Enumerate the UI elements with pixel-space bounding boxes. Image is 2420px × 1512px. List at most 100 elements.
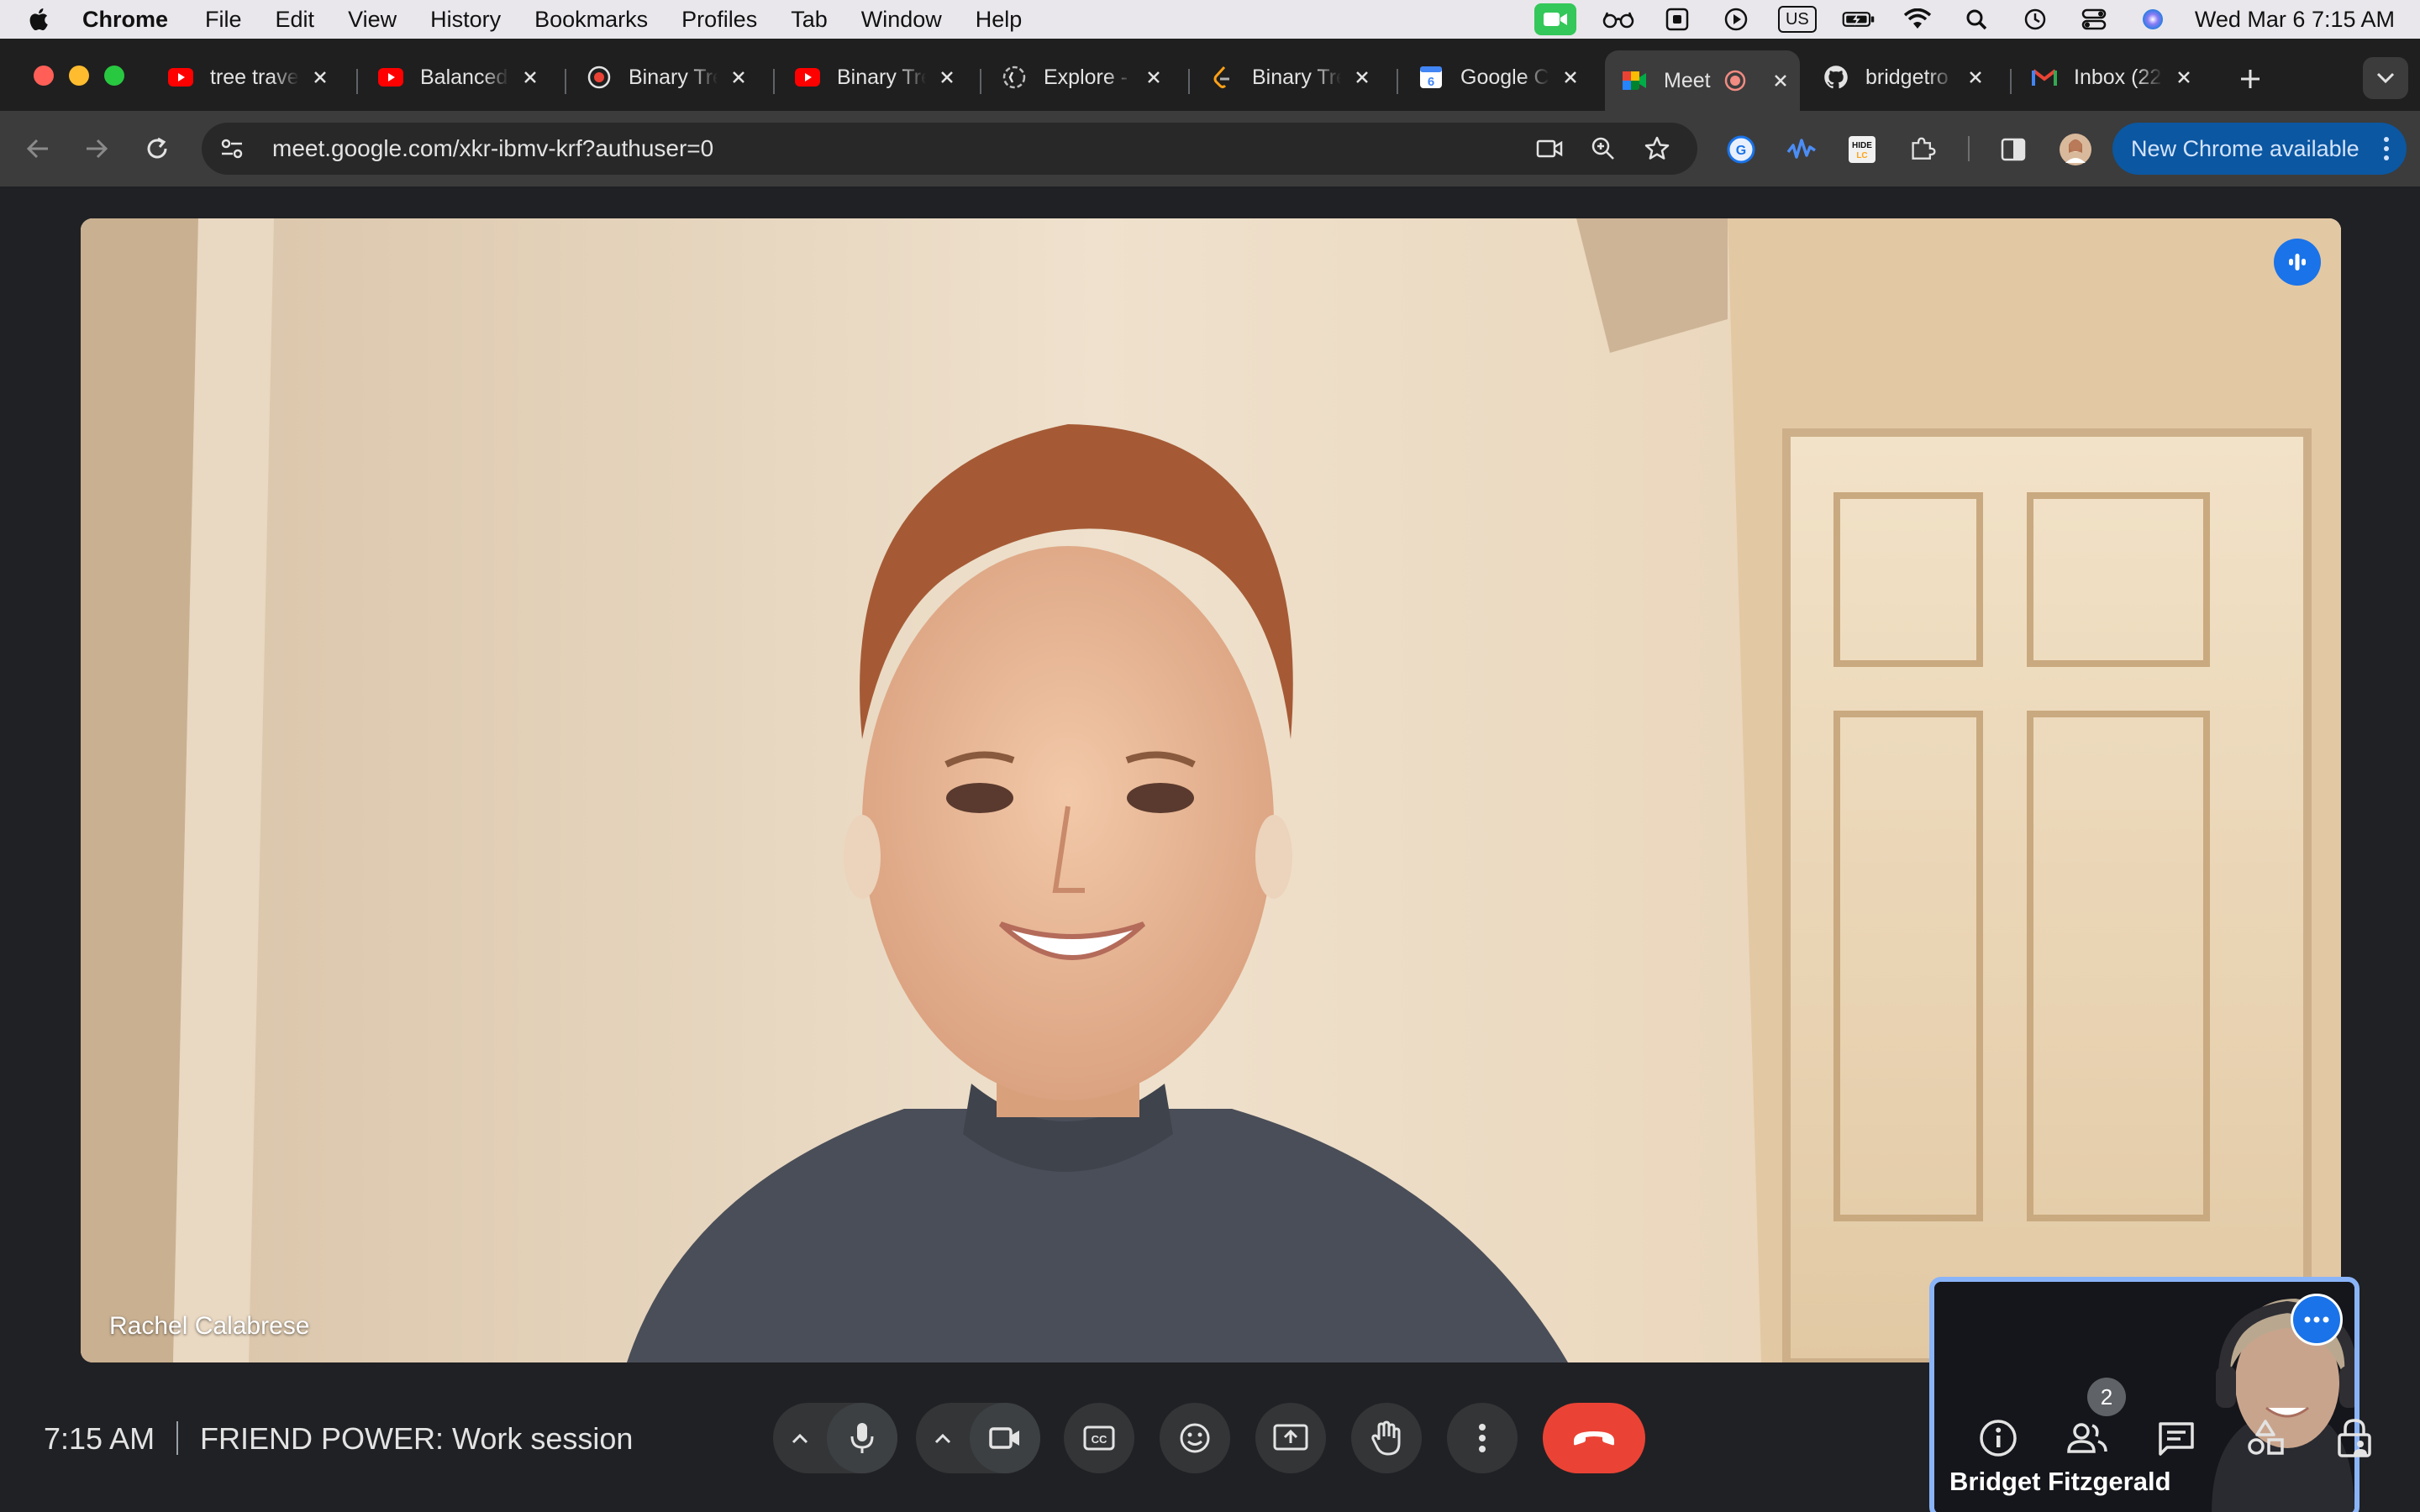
microphone-button[interactable] bbox=[827, 1403, 897, 1473]
menu-view[interactable]: View bbox=[348, 7, 397, 33]
self-tile-more-options-button[interactable] bbox=[2291, 1294, 2343, 1346]
minimize-window-button[interactable] bbox=[69, 66, 89, 86]
wifi-icon[interactable] bbox=[1901, 7, 1934, 32]
close-tab-icon[interactable] bbox=[1141, 65, 1166, 90]
close-tab-icon[interactable] bbox=[2171, 65, 2196, 90]
close-tab-icon[interactable] bbox=[308, 65, 333, 90]
reload-button[interactable] bbox=[138, 129, 176, 168]
leetcode-explore-icon bbox=[1002, 65, 1027, 90]
menu-tab[interactable]: Tab bbox=[791, 7, 828, 33]
activities-button[interactable] bbox=[2238, 1411, 2292, 1465]
meet-stage: Rachel Calabrese Bridget Fitzgerald bbox=[0, 186, 2420, 1512]
glasses-icon[interactable] bbox=[1602, 7, 1635, 32]
youtube-icon bbox=[795, 65, 820, 90]
tab-title: Inbox (22) bbox=[2074, 65, 2163, 89]
close-tab-icon[interactable] bbox=[518, 65, 543, 90]
close-window-button[interactable] bbox=[34, 66, 54, 86]
tab-title: tree traversal bbox=[210, 65, 299, 89]
people-button[interactable] bbox=[2060, 1411, 2114, 1465]
camera-permission-icon[interactable] bbox=[1531, 130, 1568, 167]
close-tab-icon[interactable] bbox=[934, 65, 960, 90]
close-tab-icon[interactable] bbox=[726, 65, 751, 90]
menu-file[interactable]: File bbox=[205, 7, 242, 33]
control-center-icon[interactable] bbox=[2077, 7, 2111, 32]
zoom-icon[interactable] bbox=[1585, 130, 1622, 167]
leave-call-button[interactable] bbox=[1543, 1403, 1645, 1473]
present-screen-button[interactable] bbox=[1255, 1403, 1326, 1473]
record-icon bbox=[587, 65, 612, 90]
close-tab-icon[interactable] bbox=[1963, 65, 1988, 90]
recording-indicator-icon bbox=[1723, 68, 1748, 93]
reactions-button[interactable] bbox=[1160, 1403, 1230, 1473]
forward-button[interactable] bbox=[77, 129, 116, 168]
main-participant-name: Rachel Calabrese bbox=[109, 1312, 310, 1340]
zoom-window-button[interactable] bbox=[104, 66, 124, 86]
new-chrome-available-button[interactable]: New Chrome available bbox=[2112, 123, 2407, 175]
profile-avatar[interactable] bbox=[2057, 131, 2094, 168]
svg-text:6: 6 bbox=[1428, 75, 1434, 89]
close-tab-icon[interactable] bbox=[1349, 65, 1375, 90]
tab-meet[interactable]: Meet bbox=[1605, 50, 1800, 111]
tab-search-button[interactable] bbox=[2363, 57, 2408, 99]
extensions-puzzle-icon[interactable] bbox=[1904, 131, 1941, 168]
menu-app-name[interactable]: Chrome bbox=[82, 7, 168, 33]
tab-tree-traversal[interactable]: tree traversal bbox=[151, 50, 350, 104]
tab-title: Balanced bbox=[420, 65, 508, 89]
tab-binary-tree-2[interactable]: Binary Tree bbox=[778, 50, 976, 104]
tab-binary-tree-3[interactable]: Binary Tree bbox=[1193, 50, 1392, 104]
meet-icon bbox=[1622, 68, 1647, 93]
close-tab-icon[interactable] bbox=[1558, 65, 1583, 90]
raise-hand-button[interactable] bbox=[1351, 1403, 1422, 1473]
participant-count-badge: 2 bbox=[2087, 1378, 2126, 1416]
new-tab-button[interactable] bbox=[2233, 62, 2267, 96]
extension-hide-lc-icon[interactable]: HIDE LC bbox=[1844, 131, 1881, 168]
camera-in-use-icon[interactable] bbox=[1534, 3, 1576, 35]
camera-button[interactable] bbox=[970, 1403, 1040, 1473]
tab-balanced[interactable]: Balanced bbox=[361, 50, 560, 104]
gmail-icon bbox=[2032, 65, 2057, 90]
menu-bookmarks[interactable]: Bookmarks bbox=[534, 7, 648, 33]
extension-waveform-icon[interactable] bbox=[1783, 131, 1820, 168]
meeting-time: 7:15 AM bbox=[44, 1421, 155, 1456]
battery-charging-icon[interactable] bbox=[1842, 7, 1876, 32]
input-source-indicator[interactable]: US bbox=[1777, 6, 1817, 33]
back-button[interactable] bbox=[18, 129, 57, 168]
chat-button[interactable] bbox=[2149, 1411, 2203, 1465]
site-info-icon[interactable] bbox=[213, 130, 250, 167]
apple-logo-icon[interactable] bbox=[25, 5, 54, 34]
siri-icon[interactable] bbox=[2136, 7, 2170, 32]
video-options-chevron-up-icon[interactable] bbox=[916, 1403, 970, 1473]
spotlight-search-icon[interactable] bbox=[1960, 7, 1993, 32]
tab-google-calendar[interactable]: 6 Google Calendar bbox=[1402, 50, 1600, 104]
menu-help[interactable]: Help bbox=[976, 7, 1023, 33]
menu-window[interactable]: Window bbox=[861, 7, 942, 33]
play-icon[interactable] bbox=[1719, 7, 1753, 32]
menu-profiles[interactable]: Profiles bbox=[681, 7, 757, 33]
address-bar[interactable]: meet.google.com/xkr-ibmv-krf?authuser=0 bbox=[202, 123, 1697, 175]
tab-github[interactable]: bridgetro bbox=[1807, 50, 2005, 104]
host-controls-button[interactable] bbox=[2328, 1411, 2381, 1465]
close-tab-icon[interactable] bbox=[1768, 68, 1793, 93]
side-panel-icon[interactable] bbox=[1995, 131, 2032, 168]
audio-options-chevron-up-icon[interactable] bbox=[773, 1403, 827, 1473]
tab-title: Binary Tree bbox=[1252, 65, 1341, 89]
tab-gmail-inbox[interactable]: Inbox (22) bbox=[2015, 50, 2213, 104]
leetcode-icon bbox=[1210, 65, 1235, 90]
tab-explore-leetcode[interactable]: Explore - LeetCode bbox=[985, 50, 1183, 104]
extension-grammar-icon[interactable]: G bbox=[1723, 131, 1760, 168]
more-options-button[interactable] bbox=[1447, 1403, 1518, 1473]
main-video-tile[interactable]: Rachel Calabrese bbox=[81, 218, 2341, 1362]
tab-title: Explore - LeetCode bbox=[1044, 65, 1133, 89]
tab-binary-tree-1[interactable]: Binary Tree bbox=[570, 50, 768, 104]
captions-button[interactable]: CC bbox=[1064, 1403, 1134, 1473]
time-machine-icon[interactable] bbox=[2018, 7, 2052, 32]
chrome-toolbar: meet.google.com/xkr-ibmv-krf?authuser=0 … bbox=[0, 111, 2420, 186]
meeting-details-info-button[interactable] bbox=[1971, 1411, 2025, 1465]
github-icon bbox=[1823, 65, 1849, 90]
bookmark-star-icon[interactable] bbox=[1639, 130, 1676, 167]
menu-history[interactable]: History bbox=[430, 7, 501, 33]
menu-edit[interactable]: Edit bbox=[276, 7, 315, 33]
screen-record-icon[interactable] bbox=[1660, 7, 1694, 32]
url-text[interactable]: meet.google.com/xkr-ibmv-krf?authuser=0 bbox=[272, 135, 713, 162]
menu-clock[interactable]: Wed Mar 6 7:15 AM bbox=[2195, 7, 2395, 33]
